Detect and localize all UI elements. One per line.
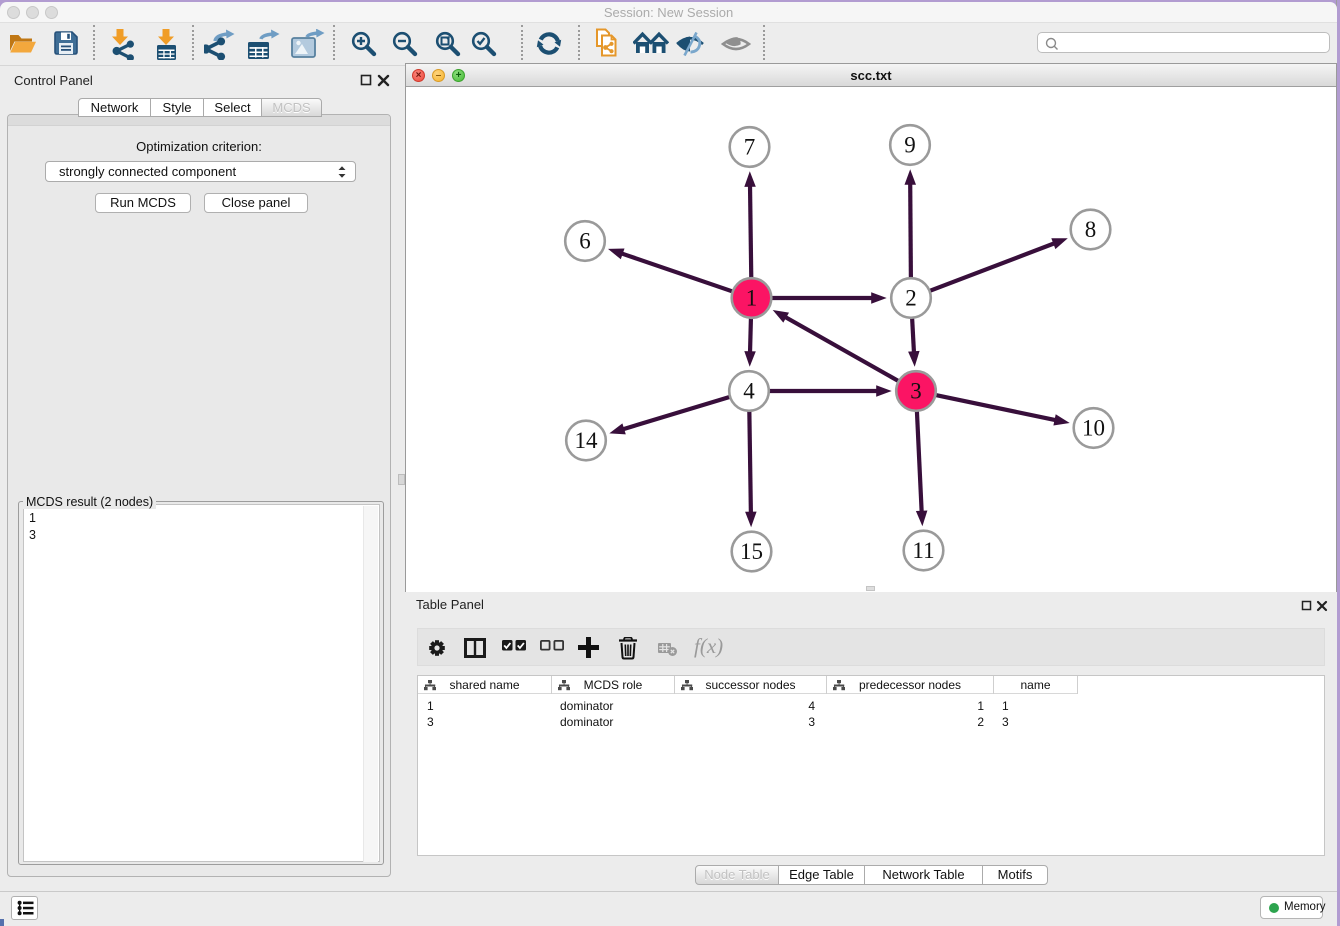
svg-text:14: 14: [575, 428, 599, 453]
svg-text:6: 6: [579, 229, 591, 254]
svg-text:7: 7: [744, 135, 756, 160]
svg-text:9: 9: [904, 133, 916, 158]
svg-text:10: 10: [1082, 416, 1105, 441]
svg-text:1: 1: [746, 286, 758, 311]
svg-text:8: 8: [1085, 217, 1097, 242]
svg-text:11: 11: [912, 538, 934, 563]
svg-text:3: 3: [910, 379, 922, 404]
svg-text:2: 2: [905, 286, 917, 311]
svg-text:15: 15: [740, 539, 763, 564]
svg-text:4: 4: [743, 379, 755, 404]
